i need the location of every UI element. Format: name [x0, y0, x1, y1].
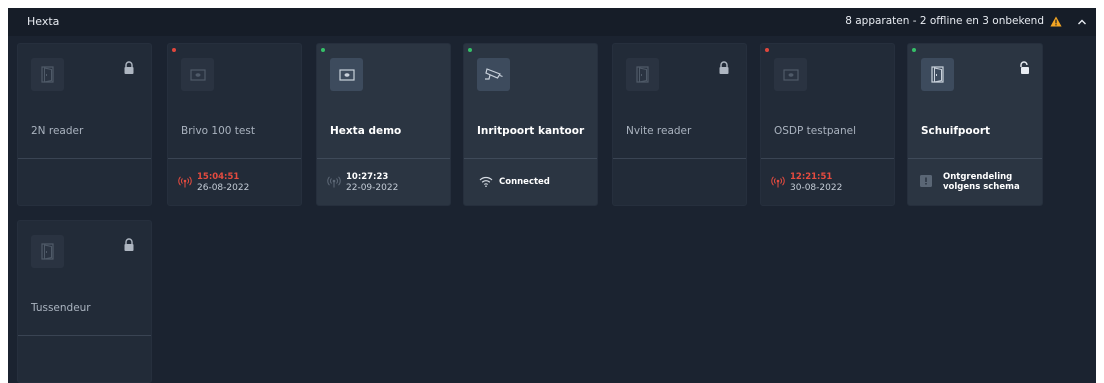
device-name: 2N reader — [31, 125, 84, 137]
card-divider — [18, 335, 151, 336]
card-divider — [908, 158, 1042, 159]
unlocked-icon — [1020, 61, 1029, 74]
group-summary: 8 apparaten - 2 offline en 3 onbekend — [845, 15, 1044, 27]
lock-icon — [124, 238, 134, 251]
door-icon — [41, 243, 54, 260]
device-card-inritpoort-kantoor[interactable]: Inritpoort kantoor Connected — [463, 43, 598, 206]
card-divider — [168, 158, 301, 159]
device-icon-box — [774, 58, 807, 91]
lock-icon — [719, 61, 729, 74]
card-divider — [18, 158, 151, 159]
status-dot-offline — [765, 48, 769, 52]
device-card-schuifpoort[interactable]: Schuifpoort Ontgrendeling volgens schema — [907, 43, 1043, 206]
status-dot-offline — [172, 48, 176, 52]
connection-text: Connected — [499, 177, 550, 187]
device-name: Brivo 100 test — [181, 125, 255, 137]
camera-icon — [484, 67, 503, 80]
device-card-2n-reader[interactable]: 2N reader — [17, 43, 152, 206]
signal-offline-icon — [178, 176, 192, 188]
door-icon — [636, 66, 649, 83]
card-divider — [613, 158, 746, 159]
last-seen: 10:27:23 22-09-2022 — [327, 169, 444, 197]
group-header[interactable]: Hexta 8 apparaten - 2 offline en 3 onbek… — [8, 8, 1096, 36]
device-name: Hexta demo — [330, 125, 402, 137]
last-seen-date: 30-08-2022 — [790, 183, 843, 193]
door-icon — [41, 66, 54, 83]
schedule-icon — [920, 175, 932, 187]
status-dot-online — [468, 48, 472, 52]
status-dot-online — [912, 48, 916, 52]
device-icon-box — [921, 58, 954, 91]
device-card-nvite-reader[interactable]: Nvite reader — [612, 43, 747, 206]
last-seen: 12:21:51 30-08-2022 — [771, 169, 888, 197]
device-icon-box — [31, 58, 64, 91]
warning-triangle-icon — [1050, 16, 1062, 27]
device-card-brivo-100-test[interactable]: Brivo 100 test 15:04:51 26-08-2022 — [167, 43, 302, 206]
last-seen-time: 12:21:51 — [790, 172, 833, 182]
schedule-text: Ontgrendeling volgens schema — [943, 172, 1020, 192]
device-card-hexta-demo[interactable]: Hexta demo 10:27:23 22-09-2022 — [316, 43, 451, 206]
device-icon-box — [330, 58, 363, 91]
last-seen-time: 15:04:51 — [197, 172, 240, 182]
door-icon — [931, 66, 944, 83]
wifi-icon — [479, 176, 493, 187]
device-icon-box — [181, 58, 214, 91]
device-card-osdp-testpanel[interactable]: OSDP testpanel 12:21:51 30-08-2022 — [760, 43, 895, 206]
last-seen: 15:04:51 26-08-2022 — [178, 169, 295, 197]
connection-status: Connected — [474, 169, 591, 197]
group-title: Hexta — [27, 15, 60, 28]
device-icon-box — [31, 235, 64, 268]
schedule-status: Ontgrendeling volgens schema — [918, 169, 1036, 197]
device-group-panel: Hexta 8 apparaten - 2 offline en 3 onbek… — [8, 8, 1096, 383]
lock-icon — [124, 61, 134, 74]
signal-icon — [327, 176, 341, 188]
status-dot-online — [321, 48, 325, 52]
device-name: OSDP testpanel — [774, 125, 856, 137]
panel-icon — [782, 68, 799, 81]
card-divider — [317, 158, 450, 159]
device-icon-box — [626, 58, 659, 91]
chevron-up-icon[interactable] — [1076, 16, 1088, 28]
device-name: Nvite reader — [626, 125, 692, 137]
device-card-tussendeur[interactable]: Tussendeur — [17, 220, 152, 383]
device-name: Schuifpoort — [921, 125, 991, 137]
card-divider — [464, 158, 597, 159]
panel-icon — [338, 68, 355, 81]
last-seen-date: 26-08-2022 — [197, 183, 250, 193]
device-name: Tussendeur — [31, 302, 91, 314]
signal-offline-icon — [771, 176, 785, 188]
last-seen-time: 10:27:23 — [346, 172, 389, 182]
device-name: Inritpoort kantoor — [477, 125, 585, 137]
panel-icon — [189, 68, 206, 81]
last-seen-date: 22-09-2022 — [346, 183, 399, 193]
card-divider — [761, 158, 894, 159]
device-icon-box — [477, 58, 510, 91]
